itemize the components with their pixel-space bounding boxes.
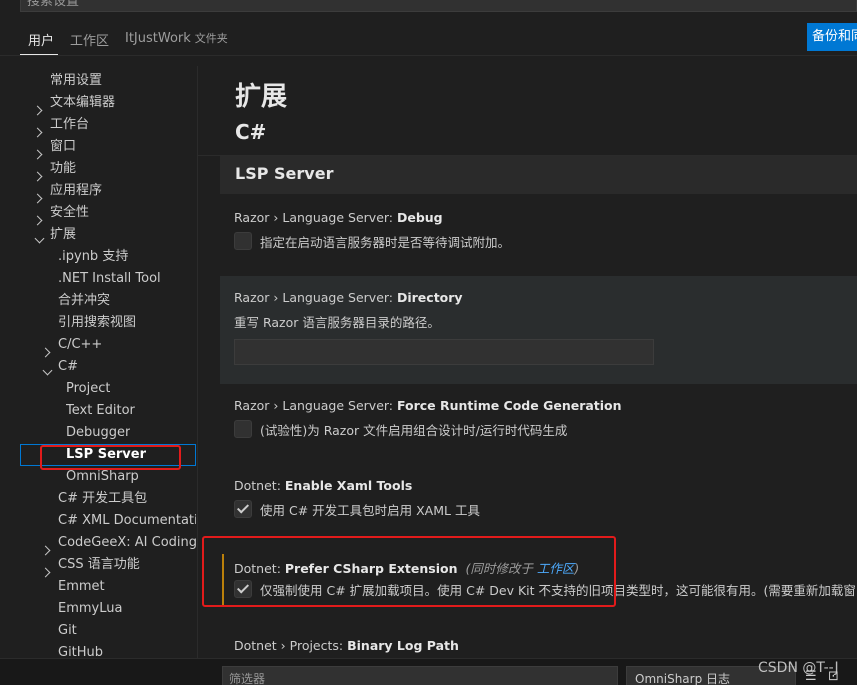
setting-description: 使用 C# 开发工具包时启用 XAML 工具 xyxy=(260,503,480,518)
setting-razor-force-runtime: Razor › Language Server: Force Runtime C… xyxy=(220,388,857,452)
setting-description: 重写 Razor 语言服务器目录的路径。 xyxy=(234,315,440,330)
folder-name: ItJustWork xyxy=(125,31,191,46)
section-header-label: LSP Server xyxy=(235,164,334,183)
setting-description: 指定在启动语言服务器时是否等待调试附加。 xyxy=(260,235,511,250)
toc-item-emmet[interactable]: Emmet xyxy=(58,576,105,598)
setting-description: (试验性)为 Razor 文件启用组合设计时/运行时代码生成 xyxy=(260,423,568,438)
chevron-right-icon xyxy=(40,540,51,559)
settings-search-input[interactable]: 搜索设置 xyxy=(20,0,857,12)
chevron-right-icon xyxy=(32,144,43,163)
active-tab-indicator xyxy=(20,54,58,55)
toc-item-dotnet-install-tool[interactable]: .NET Install Tool xyxy=(58,268,161,290)
section-title-csharp: C# xyxy=(235,120,267,144)
output-panel-bar: 筛选器 OmniSharp 日志 ☰ ⊡ xyxy=(0,658,857,685)
checkmark-icon xyxy=(236,501,250,514)
setting-title: Razor › Language Server: Debug xyxy=(234,210,443,225)
toc-item-merge-conflict[interactable]: 合并冲突 xyxy=(58,290,110,312)
annotation-red-box-toc xyxy=(40,445,181,470)
toc-item-csharp[interactable]: C# xyxy=(58,356,78,378)
toc-item-emmylua[interactable]: EmmyLua xyxy=(58,598,122,620)
tab-workspace[interactable]: 工作区 xyxy=(70,30,109,49)
chevron-down-icon xyxy=(42,362,53,381)
toc-item-project[interactable]: Project xyxy=(66,378,110,400)
toc-item-css[interactable]: CSS 语言功能 xyxy=(58,554,140,576)
output-filter-input[interactable]: 筛选器 xyxy=(222,666,618,685)
toc-item-application[interactable]: 应用程序 xyxy=(50,180,102,202)
chevron-right-icon xyxy=(32,122,43,141)
setting-title: Dotnet: Enable Xaml Tools xyxy=(234,478,413,493)
chevron-right-icon xyxy=(40,342,51,361)
checkbox-razor-debug[interactable] xyxy=(234,232,252,250)
settings-scope-tabs: 用户 工作区 ItJustWork 文件夹 xyxy=(0,24,857,56)
toc-item-codegeex[interactable]: CodeGeeX: AI Coding ... xyxy=(58,532,196,554)
toc-item-debugger[interactable]: Debugger xyxy=(66,422,130,444)
toc-item-csharp-devkit[interactable]: C# 开发工具包 xyxy=(58,488,147,510)
toc-item-text-editor[interactable]: 文本编辑器 xyxy=(50,92,115,114)
chevron-right-icon xyxy=(32,210,43,229)
annotation-red-box-setting xyxy=(202,536,616,607)
chevron-right-icon xyxy=(32,166,43,185)
folder-sub-label: 文件夹 xyxy=(194,32,228,45)
toc-item-text-editor-cs[interactable]: Text Editor xyxy=(66,400,135,422)
backup-sync-button[interactable]: 备份和同步设置 xyxy=(807,23,857,51)
toc-item-common[interactable]: 常用设置 xyxy=(50,70,102,92)
watermark: CSDN @T--J xyxy=(758,660,839,676)
toc-item-features[interactable]: 功能 xyxy=(50,158,76,180)
setting-title: Razor › Language Server: Force Runtime C… xyxy=(234,398,622,413)
chevron-right-icon xyxy=(40,562,51,581)
toc-item-window[interactable]: 窗口 xyxy=(50,136,76,158)
toc-item-cpp[interactable]: C/C++ xyxy=(58,334,102,356)
toc-item-security[interactable]: 安全性 xyxy=(50,202,89,224)
setting-razor-directory: Razor › Language Server: Directory 重写 Ra… xyxy=(220,276,857,384)
toc-item-git[interactable]: Git xyxy=(58,620,77,642)
settings-toc: 常用设置 文本编辑器 工作台 窗口 功能 应用程序 安全性 扩展 .ipynb … xyxy=(0,66,197,666)
toc-item-references-view[interactable]: 引用搜索视图 xyxy=(58,312,136,334)
section-header-lsp-server: LSP Server xyxy=(220,156,857,194)
checkbox-enable-xaml-tools[interactable] xyxy=(234,500,252,518)
setting-title: Razor › Language Server: Directory xyxy=(234,290,463,305)
toc-item-extensions[interactable]: 扩展 xyxy=(50,224,76,246)
tab-user[interactable]: 用户 xyxy=(28,30,54,49)
setting-razor-debug: Razor › Language Server: Debug 指定在启动语言服务… xyxy=(220,200,857,264)
tab-folder[interactable]: ItJustWork 文件夹 xyxy=(125,30,228,46)
chevron-right-icon xyxy=(32,100,43,119)
toc-item-ipynb[interactable]: .ipynb 支持 xyxy=(58,246,128,268)
setting-title: Dotnet › Projects: Binary Log Path xyxy=(234,638,459,653)
toc-item-workbench[interactable]: 工作台 xyxy=(50,114,89,136)
setting-enable-xaml-tools: Dotnet: Enable Xaml Tools 使用 C# 开发工具包时启用… xyxy=(220,468,857,532)
directory-input[interactable] xyxy=(234,339,654,365)
toc-item-csharp-xml-doc[interactable]: C# XML Documentati... xyxy=(58,510,196,532)
chevron-right-icon xyxy=(32,188,43,207)
checkbox-force-runtime[interactable] xyxy=(234,420,252,438)
page-title: 扩展 xyxy=(235,82,288,112)
setting-binary-log-path: Dotnet › Projects: Binary Log Path xyxy=(220,628,857,658)
chevron-down-icon xyxy=(34,230,45,249)
